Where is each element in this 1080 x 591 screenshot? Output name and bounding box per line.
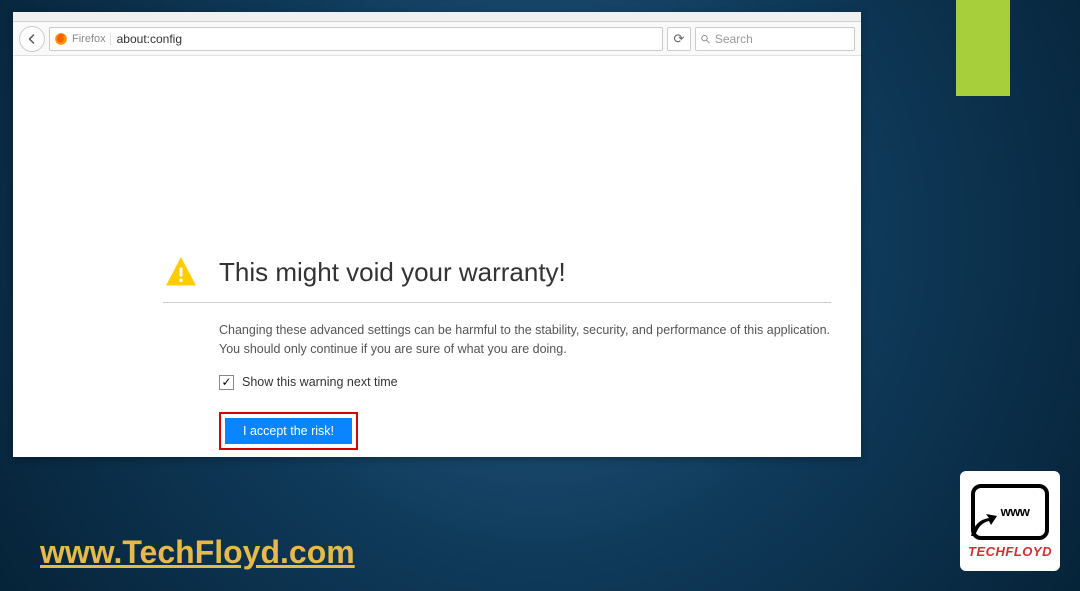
reload-button[interactable]: ⟳ xyxy=(667,27,691,51)
accept-button-highlight: I accept the risk! xyxy=(219,412,358,450)
firefox-icon xyxy=(54,32,68,46)
browser-window: Firefox about:config ⟳ This might void y… xyxy=(13,12,861,457)
logo-frame: www xyxy=(971,484,1049,540)
logo-brand-text: TECHFLOYD xyxy=(968,544,1052,559)
warning-triangle-icon xyxy=(163,254,199,290)
address-bar[interactable]: Firefox about:config xyxy=(49,27,663,51)
browser-toolbar: Firefox about:config ⟳ xyxy=(13,22,861,56)
show-warning-label: Show this warning next time xyxy=(242,375,398,389)
decorative-green-tab xyxy=(956,0,1010,96)
back-arrow-icon xyxy=(26,33,38,45)
warning-text: Changing these advanced settings can be … xyxy=(219,321,831,359)
checkmark-icon: ✓ xyxy=(221,375,231,389)
window-title-bar xyxy=(13,12,861,22)
show-warning-checkbox[interactable]: ✓ xyxy=(219,375,234,390)
show-warning-checkbox-row: ✓ Show this warning next time xyxy=(219,375,831,390)
logo-arrow-icon xyxy=(969,508,999,538)
url-text: about:config xyxy=(115,32,182,46)
accept-risk-button[interactable]: I accept the risk! xyxy=(225,418,352,444)
warning-title: This might void your warranty! xyxy=(219,257,566,288)
browser-name-label: Firefox xyxy=(72,33,111,45)
warning-panel: This might void your warranty! Changing … xyxy=(163,254,831,450)
search-input[interactable] xyxy=(715,32,850,46)
warning-header: This might void your warranty! xyxy=(163,254,831,303)
page-content: This might void your warranty! Changing … xyxy=(13,56,861,457)
watermark-url: www.TechFloyd.com xyxy=(40,534,355,571)
search-icon xyxy=(700,33,711,45)
search-bar[interactable] xyxy=(695,27,855,51)
back-button[interactable] xyxy=(19,26,45,52)
warning-body: Changing these advanced settings can be … xyxy=(163,303,831,450)
logo-www-text: www xyxy=(1001,504,1030,519)
reload-icon: ⟳ xyxy=(674,31,685,47)
techfloyd-logo: www TECHFLOYD xyxy=(960,471,1060,571)
